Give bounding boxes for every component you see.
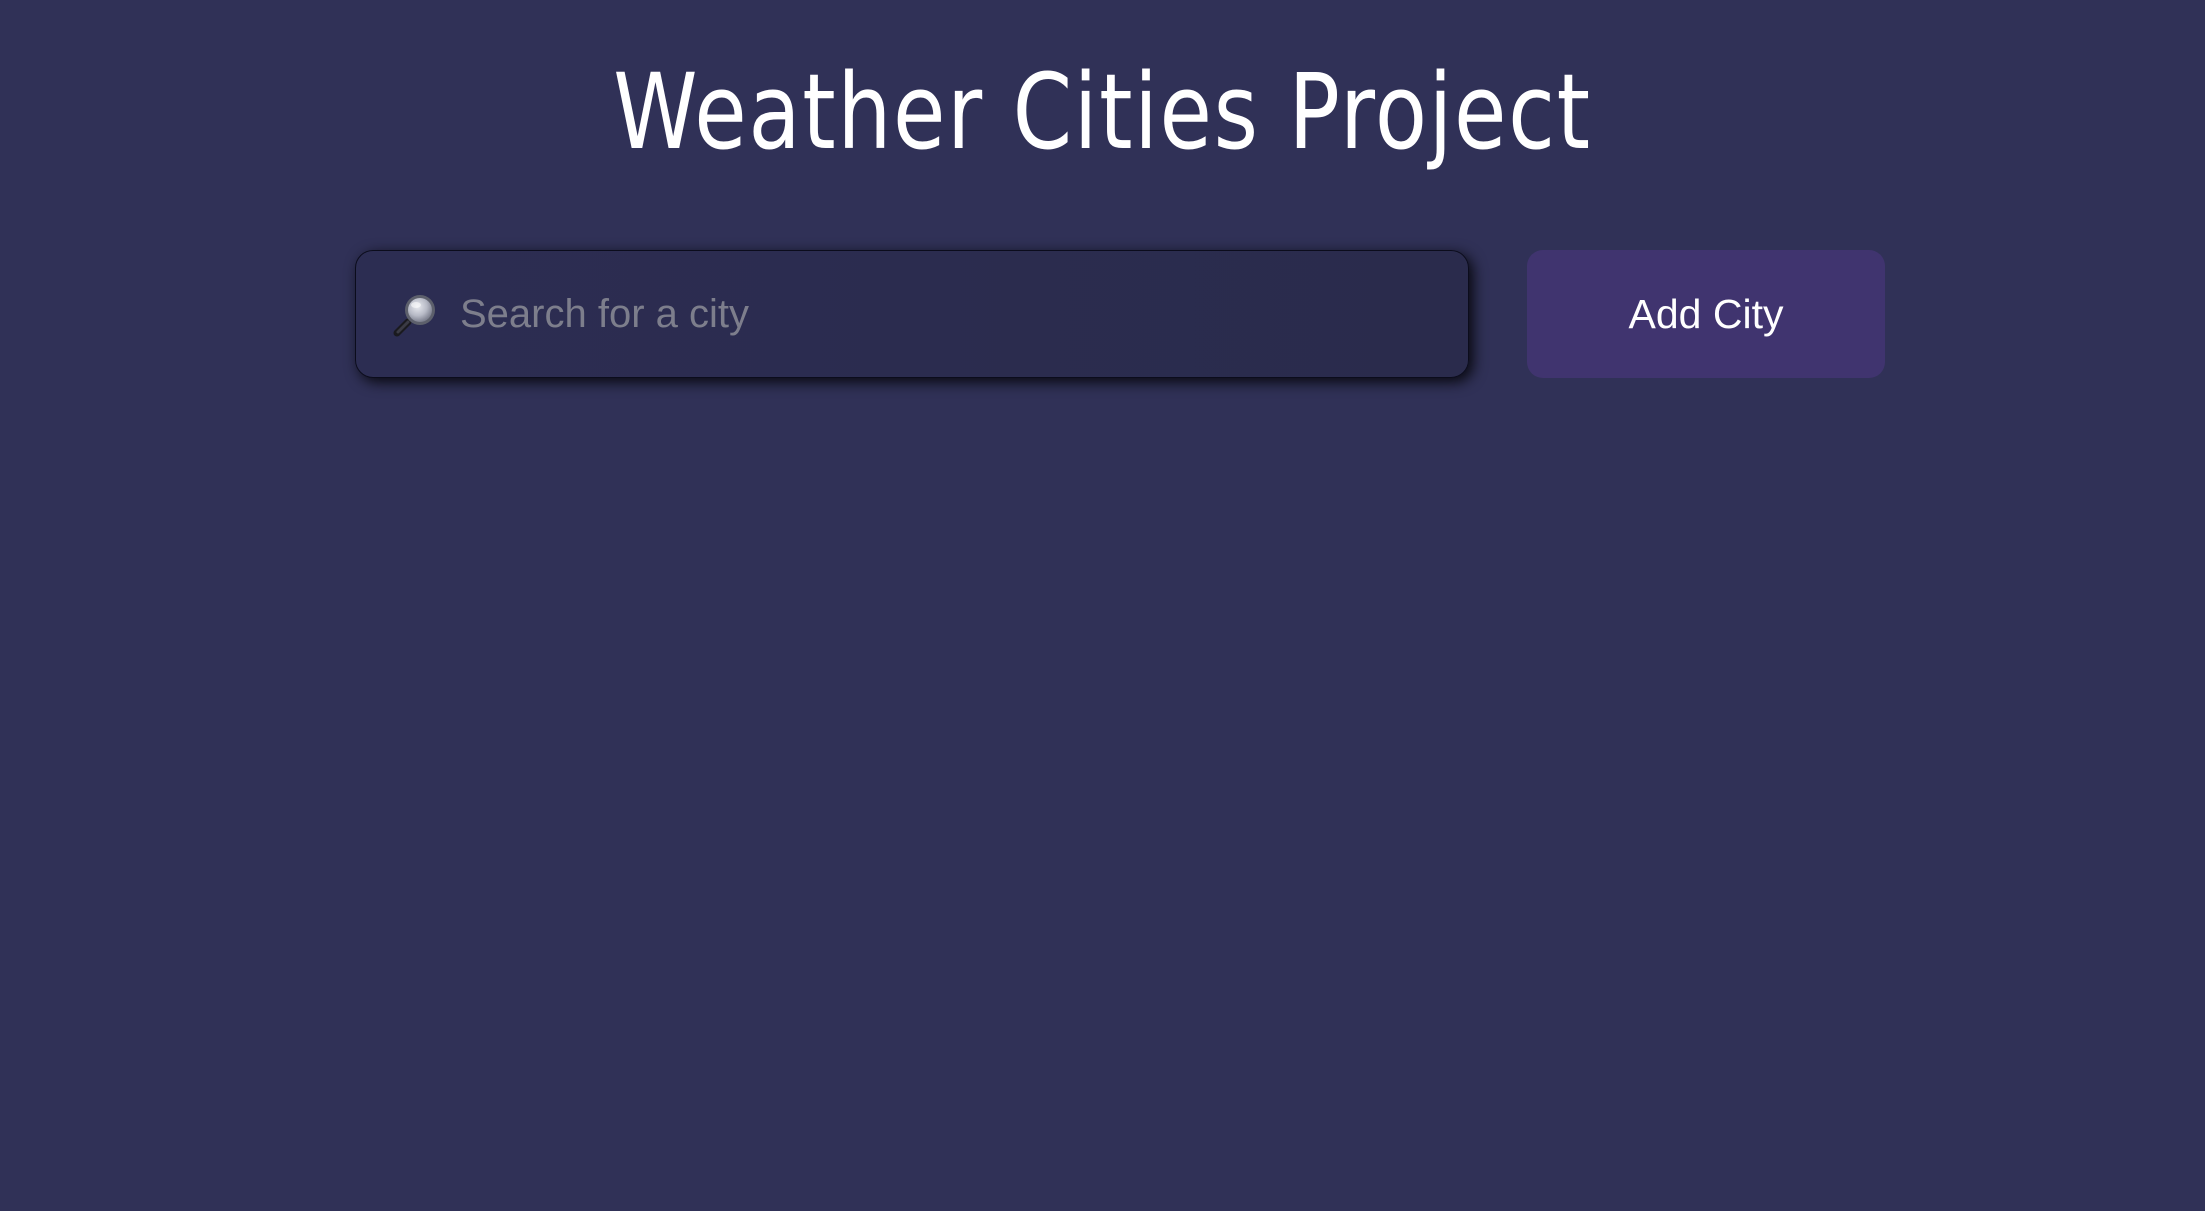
search-box[interactable] xyxy=(355,250,1469,378)
magnifying-glass-icon xyxy=(392,290,440,338)
page-title: Weather Cities Project xyxy=(613,51,1592,173)
add-city-button[interactable]: Add City xyxy=(1527,250,1885,378)
search-input[interactable] xyxy=(460,251,1468,377)
